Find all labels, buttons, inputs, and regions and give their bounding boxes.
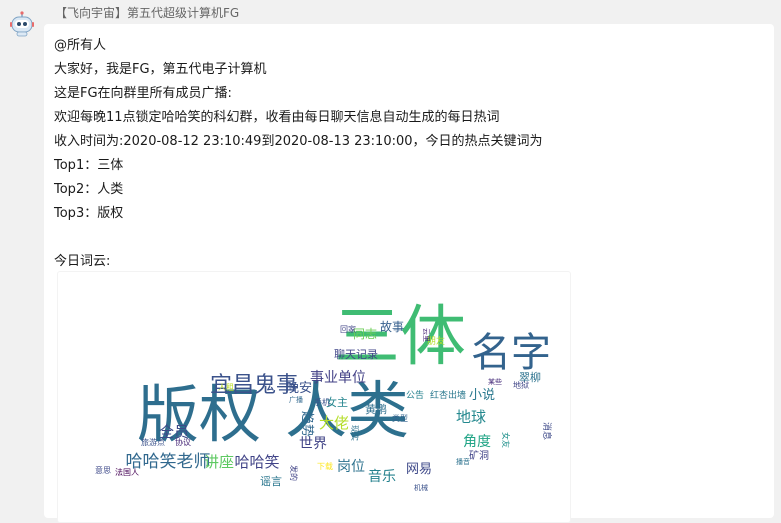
robot-icon (10, 11, 34, 37)
message-line-wordcloud-label: 今日词云: (54, 254, 111, 269)
wordcloud-word: 岗位 (337, 459, 365, 475)
message-line-top1: Top1：三体 (54, 158, 124, 173)
wordcloud-word: 黄鹏 (365, 402, 387, 416)
wordcloud-word: 聊天记录 (334, 347, 378, 361)
wordcloud-word: 法国人 (115, 467, 139, 477)
wordcloud-word: 意思 (95, 465, 111, 475)
message-line-mention: @所有人 (54, 38, 107, 53)
wordcloud-word: 音乐 (368, 468, 396, 485)
wordcloud-word: 协议 (175, 437, 191, 447)
wordcloud-word: 趋势 (299, 411, 315, 437)
sender-name: 【飞向宇宙】第五代超级计算机FG (55, 6, 240, 20)
wordcloud-word: 类型 (392, 413, 408, 423)
message-line-greeting: 大家好，我是FG，第五代电子计算机 (54, 62, 267, 77)
wordcloud-word: 下载 (317, 461, 333, 471)
robot-avatar[interactable] (8, 10, 36, 38)
wordcloud-word: 讲座 (204, 453, 234, 471)
wordcloud-word: 机械 (414, 483, 428, 492)
wordcloud-word: 回家 (340, 324, 356, 334)
wordcloud-word: 广播 (289, 395, 303, 404)
message-line-top3: Top3：版权 (54, 206, 124, 221)
wordcloud-word: 播音 (456, 457, 470, 466)
wordcloud-word: 谣言 (260, 475, 282, 488)
message-line-top2: Top2：人类 (54, 182, 124, 197)
wordcloud-word: 故事 (380, 319, 404, 334)
wordcloud-word: 晚安 (286, 381, 312, 396)
wordcloud-word: 人租 (218, 383, 234, 392)
wordcloud-word: 大佬 (319, 414, 349, 432)
message-line-broadcast: 这是FG在向群里所有成员广播: (54, 86, 232, 101)
message-line-time-range: 收入时间为:2020-08-12 23:10:49到2020-08-13 23:… (54, 134, 543, 149)
wordcloud-word: 地狱 (513, 380, 529, 390)
wordcloud-word: 云里 (422, 328, 430, 342)
wordcloud-word: 同志 (353, 327, 377, 341)
wordcloud-word: 世界 (299, 436, 327, 452)
wordcloud-word: 消息 (541, 422, 553, 440)
wordcloud-word: 地球 (456, 408, 486, 426)
wordcloud-word: 矿洞 (469, 449, 489, 462)
wordcloud-word: 小说 (469, 388, 495, 403)
wordcloud-word: 事业单位 (310, 370, 366, 386)
wordcloud-canvas: 版权 人类三体 名字宜昌鬼事哈哈笑老师讲座 哈哈笑全员事业单位地球小说大佬角度世界音乐… (95, 298, 553, 492)
wordcloud-word: 现实 (350, 425, 360, 441)
wordcloud-word: 哈哈笑 (234, 453, 279, 471)
wordcloud-word: 发的 (289, 465, 299, 481)
wordcloud-word: 公告 (406, 389, 424, 401)
message-line-welcome: 欢迎每晚11点锁定哈哈笑的科幻群，收看由每日聊天信息自动生成的每日热词 (54, 110, 500, 125)
wordcloud-word: 网易 (406, 462, 432, 477)
message-bubble[interactable]: @所有人 大家好，我是FG，第五代电子计算机 这是FG在向群里所有成员广播: 欢… (44, 24, 774, 523)
wordcloud-word: 手机 (314, 397, 330, 407)
wordcloud-word: 女友 (501, 432, 511, 448)
wordcloud-word: 角度 (463, 434, 491, 450)
wordcloud-word: 某些 (488, 377, 502, 386)
wordcloud-word: 红杏出墙 (430, 389, 466, 401)
wordcloud-word: 旅游点 (141, 437, 165, 447)
wordcloud-word: 名字 (471, 330, 551, 376)
wordcloud-image[interactable]: 版权 人类 三体 名字 宜昌鬼事 哈哈笑老师 讲座 哈哈笑 全员 事业单位 地球 小说 大佬 角度 世界 音乐… (57, 271, 571, 523)
